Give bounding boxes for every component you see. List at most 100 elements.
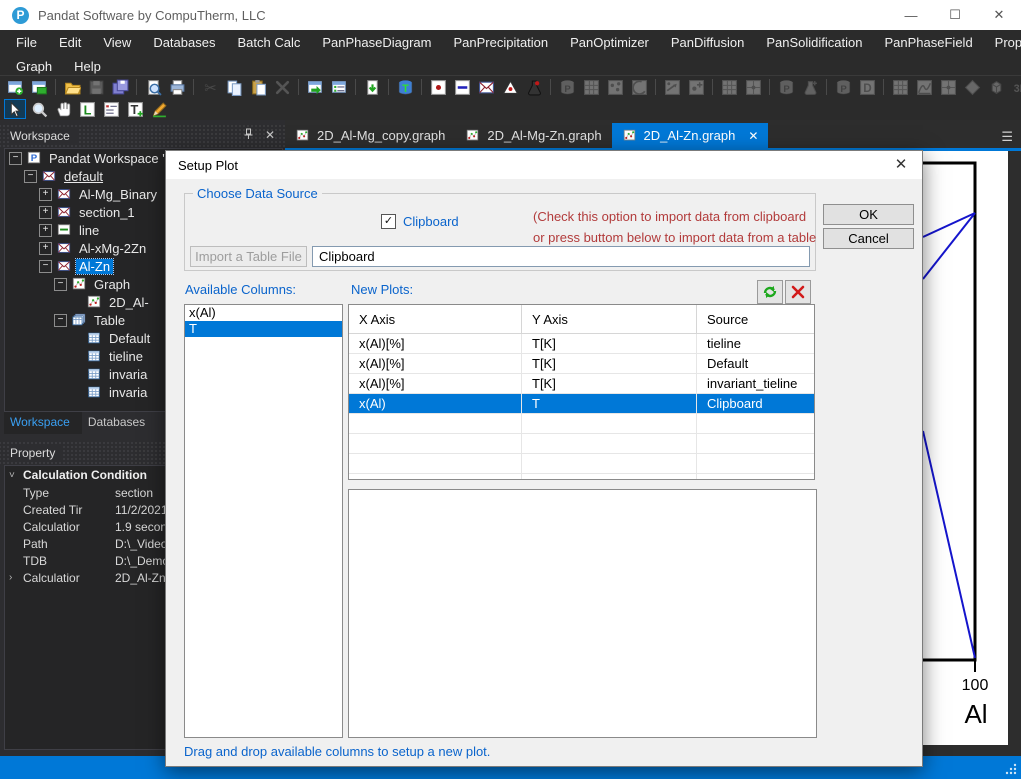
pan-tool-icon[interactable] [52,99,74,119]
menu-databases[interactable]: Databases [142,35,226,50]
doc-tab-2d-al-mg-zn[interactable]: 2D_Al-Mg-Zn.graph [455,123,611,148]
legend-options-icon[interactable] [100,99,122,119]
annotate-icon[interactable] [148,99,170,119]
table-row[interactable]: x(Al)[%] T[K] tieline [349,334,814,354]
select-tool-icon[interactable] [4,99,26,119]
dialog-close-icon[interactable]: ✕ [890,155,912,175]
menu-pansolidification[interactable]: PanSolidification [755,35,873,50]
phase-projection-icon[interactable] [499,77,521,97]
maximize-button[interactable]: ☐ [933,0,977,30]
load-tdb-icon[interactable]: T [394,77,416,97]
minimize-button[interactable]: — [889,0,933,30]
table-row-empty[interactable] [349,414,814,434]
paste-icon[interactable] [247,77,269,97]
ok-button[interactable]: OK [823,204,914,225]
tree-item-label[interactable]: Al-xMg-2Zn [76,241,149,256]
expand-icon[interactable]: + [39,241,52,255]
solidification-icon[interactable] [523,77,545,97]
collapse-icon[interactable]: − [54,313,67,327]
menu-panphasediagram[interactable]: PanPhaseDiagram [311,35,442,50]
tree-item-label[interactable]: Graph [91,277,133,292]
delete-plot-button[interactable] [785,280,811,304]
tree-item-label[interactable]: section_1 [76,205,138,220]
tab-databases[interactable]: Databases [82,412,157,434]
table-row[interactable]: x(Al)[%] T[K] Default [349,354,814,374]
tree-item-label[interactable]: Pandat Workspace 'G [46,151,178,166]
table-row-empty[interactable] [349,434,814,454]
import-table-icon[interactable] [361,77,383,97]
batch-settings-icon[interactable] [328,77,350,97]
doc-tab-2d-al-mg-copy[interactable]: 2D_Al-Mg_copy.graph [285,123,455,148]
zoom-tool-icon[interactable] [28,99,50,119]
save-all-icon[interactable] [109,77,131,97]
tree-item-label[interactable]: tieline [106,349,146,364]
tree-item-label[interactable]: Table [91,313,128,328]
table-row-selected[interactable]: x(Al) T Clipboard [349,394,814,414]
tree-item-label[interactable]: default [61,169,106,184]
tab-workspace[interactable]: Workspace [4,412,82,434]
menu-pandiffusion[interactable]: PanDiffusion [660,35,755,50]
collapse-icon[interactable]: − [54,277,67,291]
tree-item-label[interactable]: invaria [106,367,150,382]
scatter-calc-icon [604,77,626,97]
menu-panphasefield[interactable]: PanPhaseField [874,35,984,50]
refresh-plots-button[interactable] [757,280,783,304]
menu-panoptimizer[interactable]: PanOptimizer [559,35,660,50]
table-row-empty[interactable] [349,454,814,474]
close-tab-icon[interactable]: ✕ [748,129,758,143]
pin-icon[interactable] [241,128,255,143]
table-row[interactable]: x(Al)[%] T[K] invariant_tieline [349,374,814,394]
expand-icon[interactable]: + [39,187,52,201]
open-workspace-icon[interactable] [28,77,50,97]
toolbar-separator [298,79,299,95]
resize-grip[interactable] [1004,762,1018,776]
tree-item-label[interactable]: 2D_Al- [106,295,152,310]
tree-item-label[interactable]: Al-Zn [74,257,115,275]
list-item[interactable]: x(Al) [185,305,342,321]
tree-item-label[interactable]: invaria [106,385,150,400]
line-calculation-icon[interactable] [451,77,473,97]
tree-item-label[interactable]: Default [106,331,153,346]
open-file-icon[interactable] [61,77,83,97]
column-header[interactable]: Source [697,305,814,333]
menu-graph[interactable]: Graph [5,59,63,74]
close-panel-icon[interactable]: ✕ [263,128,277,143]
collapse-icon[interactable]: − [39,259,52,273]
copy-icon[interactable] [223,77,245,97]
tree-item-label[interactable]: line [76,223,102,238]
data-source-field[interactable]: Clipboard [312,246,810,267]
menu-view[interactable]: View [92,35,142,50]
clipboard-checkbox-label[interactable]: Clipboard [403,214,459,229]
add-text-icon[interactable]: T [124,99,146,119]
cancel-button[interactable]: Cancel [823,228,914,249]
chevron-right-icon[interactable]: › [9,572,12,583]
close-button[interactable]: ✕ [977,0,1021,30]
graph-icon [71,277,87,291]
import-table-file-button[interactable]: Import a Table File [190,246,307,267]
list-item[interactable]: T [185,321,342,337]
tree-item-label[interactable]: Al-Mg_Binary [76,187,160,202]
new-workspace-icon[interactable] [4,77,26,97]
menu-panprecipitation[interactable]: PanPrecipitation [442,35,559,50]
print-icon[interactable] [166,77,188,97]
section-calculation-icon[interactable] [475,77,497,97]
menu-file[interactable]: File [5,35,48,50]
tab-overflow-icon[interactable]: ☰ [1001,129,1013,145]
expand-icon[interactable]: + [39,223,52,237]
menu-edit[interactable]: Edit [48,35,92,50]
menu-property[interactable]: Property [984,35,1021,50]
menu-help[interactable]: Help [63,59,112,74]
run-batch-icon[interactable] [304,77,326,97]
collapse-icon[interactable]: − [24,169,37,183]
point-calculation-icon[interactable] [427,77,449,97]
expand-icon[interactable]: + [39,205,52,219]
print-preview-icon[interactable] [142,77,164,97]
clipboard-checkbox[interactable]: ✓ [381,214,396,229]
table-row-empty[interactable] [349,474,814,479]
doc-tab-2d-al-zn[interactable]: 2D_Al-Zn.graph ✕ [611,123,769,148]
column-header[interactable]: X Axis [349,305,522,333]
legend-tool-icon[interactable]: L [76,99,98,119]
menu-batch-calc[interactable]: Batch Calc [226,35,311,50]
column-header[interactable]: Y Axis [522,305,697,333]
collapse-icon[interactable]: − [9,151,22,165]
